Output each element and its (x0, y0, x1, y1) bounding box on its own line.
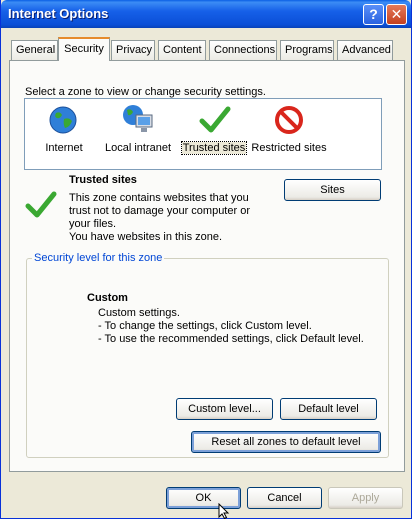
sites-button[interactable]: Sites (284, 179, 381, 201)
mouse-cursor-icon (218, 503, 230, 519)
zone-instruction: Select a zone to view or change security… (25, 86, 266, 98)
zone-restricted-sites-label: Restricted sites (251, 142, 327, 154)
zone-local-intranet[interactable]: Local intranet (98, 142, 178, 155)
tab-advanced[interactable]: Advanced (337, 40, 393, 60)
zone-detail-title: Trusted sites (69, 174, 137, 186)
security-level-line-2: - To change the settings, click Custom l… (98, 320, 312, 332)
close-button[interactable]: ✕ (386, 4, 407, 25)
cancel-button[interactable]: Cancel (247, 487, 322, 509)
zone-trusted-sites-label: Trusted sites (180, 141, 248, 155)
tab-programs[interactable]: Programs (280, 40, 334, 60)
zone-list: Internet Local intranet Trusted sites Re… (24, 98, 382, 170)
zone-local-intranet-label: Local intranet (104, 142, 172, 154)
zone-internet[interactable]: Internet (24, 142, 104, 155)
apply-button[interactable]: Apply (328, 487, 403, 509)
default-level-button[interactable]: Default level (280, 398, 377, 420)
title-bar[interactable]: Internet Options ? ✕ (1, 0, 411, 28)
checkmark-icon[interactable] (199, 105, 231, 135)
zone-detail-line-2: trust not to damage your computer or (69, 205, 250, 217)
trusted-sites-checkmark-icon (25, 191, 57, 218)
zone-internet-label: Internet (45, 142, 83, 154)
window-title: Internet Options (8, 6, 109, 21)
security-level-line-1: Custom settings. (98, 307, 180, 319)
restricted-icon[interactable] (274, 105, 304, 135)
reset-all-zones-button[interactable]: Reset all zones to default level (191, 431, 381, 453)
zone-detail-line-3: your files. (69, 218, 117, 230)
custom-level-button[interactable]: Custom level... (176, 398, 273, 420)
security-level-line-3: - To use the recommended settings, click… (98, 333, 364, 345)
zone-restricted-sites[interactable]: Restricted sites (249, 142, 329, 155)
security-level-group-title: Security level for this zone (32, 252, 165, 264)
help-button[interactable]: ? (363, 4, 384, 25)
security-level-group (26, 258, 389, 458)
globe-icon[interactable] (48, 105, 78, 135)
security-level-name: Custom (87, 292, 128, 304)
tab-general[interactable]: General (11, 40, 58, 60)
tab-privacy[interactable]: Privacy (111, 40, 155, 60)
intranet-icon[interactable] (121, 103, 155, 135)
tab-connections[interactable]: Connections (209, 40, 277, 60)
tab-content[interactable]: Content (158, 40, 206, 60)
zone-trusted-sites[interactable]: Trusted sites (174, 141, 254, 155)
zone-detail-line-1: This zone contains websites that you (69, 192, 249, 204)
zone-detail-line-4: You have websites in this zone. (69, 231, 223, 243)
internet-options-dialog: Internet Options ? ✕ General Security Pr… (0, 0, 412, 519)
tab-security[interactable]: Security (58, 37, 110, 61)
